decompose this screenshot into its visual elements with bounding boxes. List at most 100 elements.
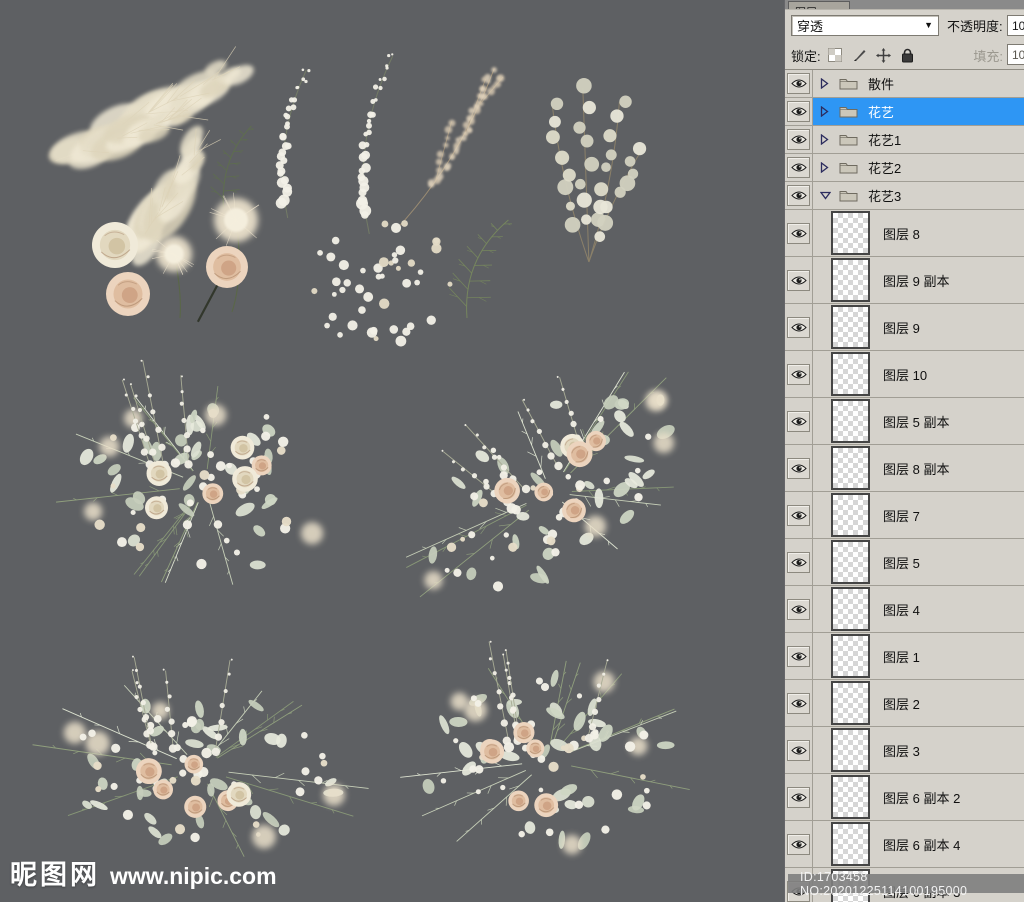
layer-thumbnail[interactable] [831, 446, 870, 490]
group-row[interactable]: 花艺 [785, 98, 1024, 126]
collapse-toggle[interactable] [820, 191, 834, 200]
folder-icon [839, 133, 858, 146]
visibility-toggle[interactable] [787, 411, 810, 432]
layer-row[interactable]: 图层 7 [785, 492, 1024, 539]
eye-icon [791, 228, 807, 239]
eye-icon [791, 416, 807, 427]
visibility-toggle[interactable] [787, 157, 810, 178]
lock-transparency-icon[interactable] [827, 47, 844, 64]
group-row-content[interactable]: 花艺 [813, 98, 1024, 125]
layer-row-content[interactable]: 图层 1 [813, 633, 1024, 679]
expand-toggle[interactable] [820, 134, 834, 145]
layer-row-content[interactable]: 图层 2 [813, 680, 1024, 726]
expand-toggle[interactable] [820, 78, 834, 89]
layer-thumbnail[interactable] [831, 775, 870, 819]
visibility-toggle[interactable] [787, 693, 810, 714]
triangle-right-icon [820, 162, 829, 173]
visibility-cell [785, 210, 813, 256]
layer-row-content[interactable]: 图层 3 [813, 727, 1024, 773]
flower-bouquet [400, 641, 690, 855]
layer-thumbnail[interactable] [831, 305, 870, 349]
group-row[interactable]: 散件 [785, 70, 1024, 98]
visibility-toggle[interactable] [787, 505, 810, 526]
layer-thumbnail[interactable] [831, 634, 870, 678]
layer-row-content[interactable]: 图层 5 副本 [813, 398, 1024, 444]
layer-row[interactable]: 图层 6 副本 4 [785, 821, 1024, 868]
expand-toggle[interactable] [820, 162, 834, 173]
lock-paint-icon[interactable] [851, 47, 868, 64]
layer-row-content[interactable]: 图层 9 副本 [813, 257, 1024, 303]
tab-layers[interactable]: 图层 [788, 1, 850, 10]
group-row-content[interactable]: 花艺1 [813, 126, 1024, 153]
layer-row-content[interactable]: 图层 5 [813, 539, 1024, 585]
layer-name: 图层 6 副本 4 [883, 835, 960, 854]
layer-row-content[interactable]: 图层 10 [813, 351, 1024, 397]
layer-row-content[interactable]: 图层 6 副本 4 [813, 821, 1024, 867]
blend-mode-select[interactable]: 穿透 ▼ [791, 15, 939, 36]
visibility-toggle[interactable] [787, 364, 810, 385]
visibility-toggle[interactable] [787, 458, 810, 479]
layer-row[interactable]: 图层 8 [785, 210, 1024, 257]
layer-row[interactable]: 图层 9 副本 [785, 257, 1024, 304]
visibility-toggle[interactable] [787, 787, 810, 808]
layer-thumbnail[interactable] [831, 258, 870, 302]
visibility-toggle[interactable] [787, 834, 810, 855]
astilbe-branch [394, 67, 505, 232]
document-canvas[interactable]: 昵图网 www.nipic.com [0, 0, 784, 902]
layer-row[interactable]: 图层 4 [785, 586, 1024, 633]
layer-row-content[interactable]: 图层 8 副本 [813, 445, 1024, 491]
group-name: 花艺2 [868, 158, 901, 177]
layer-row-content[interactable]: 图层 9 [813, 304, 1024, 350]
layer-name: 图层 8 [883, 224, 920, 243]
layer-row-content[interactable]: 图层 6 副本 2 [813, 774, 1024, 820]
group-row-content[interactable]: 散件 [813, 70, 1024, 97]
layer-thumbnail[interactable] [831, 822, 870, 866]
visibility-toggle[interactable] [787, 73, 810, 94]
layer-row[interactable]: 图层 10 [785, 351, 1024, 398]
visibility-toggle[interactable] [787, 317, 810, 338]
group-row[interactable]: 花艺3 [785, 182, 1024, 210]
visibility-toggle[interactable] [787, 185, 810, 206]
lock-all-icon[interactable] [899, 47, 916, 64]
opacity-input[interactable]: 10 [1007, 15, 1024, 36]
visibility-cell [785, 257, 813, 303]
layer-row-content[interactable]: 图层 8 [813, 210, 1024, 256]
group-row-content[interactable]: 花艺3 [813, 182, 1024, 209]
layer-thumbnail[interactable] [831, 399, 870, 443]
visibility-toggle[interactable] [787, 101, 810, 122]
layer-row-content[interactable]: 图层 4 [813, 586, 1024, 632]
layer-row[interactable]: 图层 9 [785, 304, 1024, 351]
layer-row[interactable]: 图层 5 副本 [785, 398, 1024, 445]
visibility-toggle[interactable] [787, 646, 810, 667]
visibility-toggle[interactable] [787, 270, 810, 291]
lock-position-icon[interactable] [875, 47, 892, 64]
layer-row[interactable]: 图层 2 [785, 680, 1024, 727]
visibility-toggle[interactable] [787, 223, 810, 244]
visibility-toggle[interactable] [787, 740, 810, 761]
visibility-toggle[interactable] [787, 129, 810, 150]
layer-row[interactable]: 图层 6 副本 2 [785, 774, 1024, 821]
expand-toggle[interactable] [820, 106, 834, 117]
layer-row[interactable]: 图层 5 [785, 539, 1024, 586]
layer-thumbnail[interactable] [831, 728, 870, 772]
layer-thumbnail[interactable] [831, 540, 870, 584]
group-name: 散件 [868, 74, 894, 93]
fill-input[interactable]: 10 [1007, 44, 1024, 65]
layer-thumbnail[interactable] [831, 681, 870, 725]
visibility-toggle[interactable] [787, 599, 810, 620]
group-row-content[interactable]: 花艺2 [813, 154, 1024, 181]
layer-thumbnail[interactable] [831, 352, 870, 396]
layer-name: 图层 7 [883, 506, 920, 525]
layer-row[interactable]: 图层 1 [785, 633, 1024, 680]
site-watermark: 昵图网 www.nipic.com [10, 853, 277, 892]
group-row[interactable]: 花艺2 [785, 154, 1024, 182]
layer-thumbnail[interactable] [831, 493, 870, 537]
layer-thumbnail[interactable] [831, 587, 870, 631]
visibility-cell [785, 633, 813, 679]
layer-row[interactable]: 图层 3 [785, 727, 1024, 774]
layer-row[interactable]: 图层 8 副本 [785, 445, 1024, 492]
layer-row-content[interactable]: 图层 7 [813, 492, 1024, 538]
layer-thumbnail[interactable] [831, 211, 870, 255]
group-row[interactable]: 花艺1 [785, 126, 1024, 154]
visibility-toggle[interactable] [787, 552, 810, 573]
